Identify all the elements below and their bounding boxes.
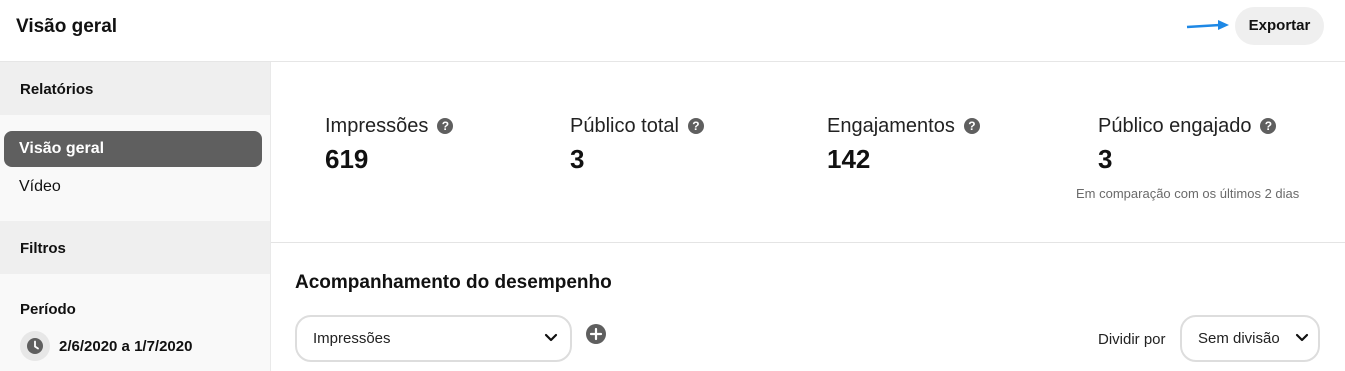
help-icon[interactable]: ? <box>687 118 704 134</box>
metric-value: 3 <box>1098 144 1113 174</box>
chevron-down-icon <box>1295 333 1309 342</box>
reports-label: Relatórios <box>20 81 94 98</box>
sidebar-item-overview[interactable]: Visão geral <box>4 131 262 167</box>
sidebar: Relatórios Visão geral Vídeo Filtros Per… <box>0 62 271 371</box>
metric-total-audience: Público total ? 3 <box>570 114 704 175</box>
metric-label: Engajamentos <box>827 114 955 137</box>
chevron-down-icon <box>544 333 558 342</box>
metric-label: Impressões <box>325 114 429 137</box>
date-range-text: 2/6/2020 a 1/7/2020 <box>59 337 193 355</box>
metric-value: 3 <box>570 144 585 174</box>
main-content: Impressões ? 619 Público total ? 3 Engaj… <box>271 62 1345 371</box>
reports-section-header: Relatórios <box>0 62 270 115</box>
clock-icon <box>20 331 50 361</box>
metric-select[interactable]: Impressões <box>295 315 572 362</box>
period-label: Período <box>20 301 76 318</box>
performance-title: Acompanhamento do desempenho <box>295 272 612 293</box>
help-icon[interactable]: ? <box>437 118 454 134</box>
arrow-right-icon <box>1186 20 1229 30</box>
metric-value: 142 <box>827 144 871 174</box>
date-range-picker[interactable]: 2/6/2020 a 1/7/2020 <box>20 330 192 362</box>
metric-value: 619 <box>325 144 369 174</box>
metric-select-value: Impressões <box>313 330 391 347</box>
filters-label: Filtros <box>20 240 66 257</box>
help-icon[interactable]: ? <box>963 118 980 134</box>
metrics-panel: Impressões ? 619 Público total ? 3 Engaj… <box>271 62 1345 243</box>
header: Visão geral Exportar <box>0 0 1345 62</box>
comparison-note: Em comparação com os últimos 2 dias <box>1076 186 1300 201</box>
divide-select-value: Sem divisão <box>1198 330 1280 347</box>
filters-section-header: Filtros <box>0 221 270 274</box>
sidebar-item-video[interactable]: Vídeo <box>4 169 262 205</box>
help-icon[interactable]: ? <box>1260 118 1277 134</box>
metric-label: Público total <box>570 114 679 137</box>
metric-impressions: Impressões ? 619 <box>325 114 454 175</box>
page-title: Visão geral <box>16 16 118 37</box>
metric-engagements: Engajamentos ? 142 <box>827 114 980 175</box>
divide-by-label: Dividir por <box>1098 331 1166 348</box>
divide-by-select[interactable]: Sem divisão <box>1180 315 1320 362</box>
metric-engaged-audience: Público engajado ? 3 <box>1098 114 1277 175</box>
add-metric-icon[interactable] <box>586 324 606 344</box>
metric-label: Público engajado <box>1098 114 1252 137</box>
export-button[interactable]: Exportar <box>1235 7 1324 45</box>
